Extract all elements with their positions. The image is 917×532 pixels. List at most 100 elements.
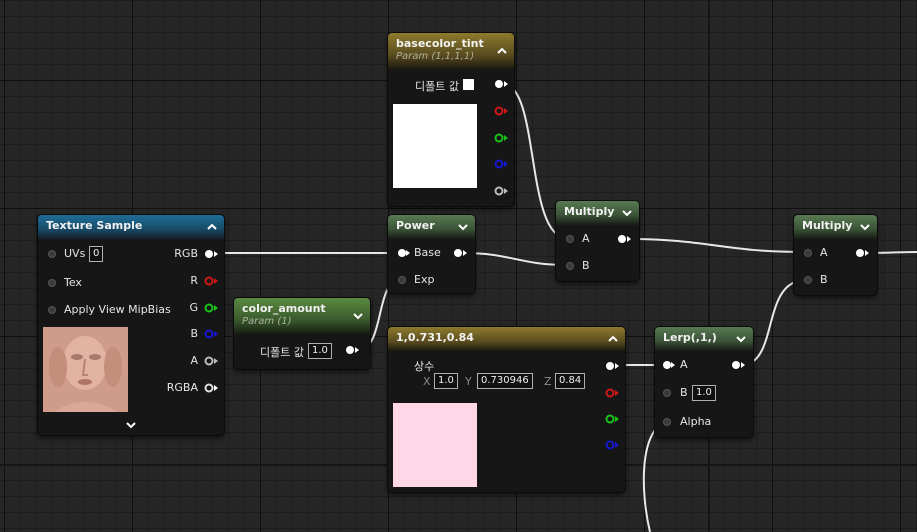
constant-preview-swatch	[393, 403, 477, 487]
tex-input-pin[interactable]	[48, 279, 56, 287]
b-arrow-icon	[504, 161, 508, 167]
rgb-output-pin[interactable]	[205, 250, 213, 258]
z-value-field[interactable]: 0.84	[555, 373, 586, 389]
wire-multiply1-to-multiply2-a	[626, 238, 807, 253]
tint-preview-swatch	[393, 104, 477, 188]
node-title: 1,0.731,0.84	[396, 331, 474, 344]
a-input-pin[interactable]	[566, 235, 574, 243]
b-label: B	[582, 259, 590, 272]
b-input-pin[interactable]	[663, 389, 671, 397]
basecolor-tint-node[interactable]: basecolor_tint Param (1,1,1,1) 디폴트 값	[388, 33, 514, 206]
wire-to-lerp-alpha	[642, 421, 667, 532]
power-header[interactable]: Power	[388, 215, 475, 239]
multiply-header[interactable]: Multiply	[794, 215, 877, 239]
b-output-pin[interactable]	[204, 329, 214, 339]
multiply-node-1[interactable]: Multiply A B	[556, 201, 639, 281]
alpha-input-pin[interactable]	[663, 418, 671, 426]
lerp-header[interactable]: Lerp(,1,)	[655, 327, 753, 351]
uvs-input-pin[interactable]	[48, 250, 56, 258]
b-arrow-icon	[214, 331, 218, 337]
x-axis-label: X	[423, 375, 431, 388]
constant3-header[interactable]: 1,0.731,0.84	[388, 327, 625, 351]
b-output-pin[interactable]	[605, 440, 615, 450]
a-output-pin[interactable]	[494, 186, 504, 196]
chevron-up-icon[interactable]	[607, 333, 619, 345]
r-arrow-icon	[214, 278, 218, 284]
constant-label: 상수	[414, 360, 435, 373]
chevron-up-icon[interactable]	[496, 45, 508, 57]
g-arrow-icon	[615, 416, 619, 422]
chevron-down-icon[interactable]	[621, 207, 633, 219]
b-input-pin[interactable]	[804, 276, 812, 284]
multiply-output-pin[interactable]	[856, 249, 864, 257]
exp-input-pin[interactable]	[398, 276, 406, 284]
r-output-pin[interactable]	[605, 388, 615, 398]
output-arrow-icon	[865, 250, 869, 256]
r-arrow-icon	[504, 108, 508, 114]
chevron-down-icon[interactable]	[125, 419, 137, 431]
default-value-label: 디폴트 값	[415, 80, 459, 93]
a-label: A	[820, 246, 828, 259]
texture-sample-header[interactable]: Texture Sample	[38, 215, 224, 239]
g-output-pin[interactable]	[605, 414, 615, 424]
g-arrow-icon	[214, 305, 218, 311]
rgb-output-pin[interactable]	[606, 362, 614, 370]
chevron-down-icon[interactable]	[735, 333, 747, 345]
b-output-label: B	[190, 327, 198, 340]
basecolor-tint-header[interactable]: basecolor_tint Param (1,1,1,1)	[388, 33, 514, 69]
chevron-down-icon[interactable]	[457, 221, 469, 233]
a-input-pin[interactable]	[804, 249, 812, 257]
y-value-field[interactable]: 0.730946	[477, 373, 533, 389]
b-output-pin[interactable]	[494, 159, 504, 169]
b-label: B	[820, 273, 828, 286]
r-output-pin[interactable]	[204, 276, 214, 286]
default-color-swatch[interactable]	[463, 79, 474, 90]
b-value-field[interactable]: 1.0	[692, 385, 716, 401]
rgb-arrow-icon	[214, 251, 218, 257]
rgba-arrow-icon	[214, 385, 218, 391]
g-output-label: G	[189, 301, 198, 314]
g-output-pin[interactable]	[204, 303, 214, 313]
output-arrow-icon	[355, 347, 359, 353]
g-arrow-icon	[504, 135, 508, 141]
a-input-pin[interactable]	[663, 361, 671, 369]
mipbias-input-pin[interactable]	[48, 306, 56, 314]
multiply-node-2[interactable]: Multiply A B	[794, 215, 877, 295]
rgba-output-pin[interactable]	[495, 80, 503, 88]
g-output-pin[interactable]	[494, 133, 504, 143]
z-axis-label: Z	[544, 375, 552, 388]
lerp-output-pin[interactable]	[732, 361, 740, 369]
a-arrow-icon	[214, 358, 218, 364]
rgba-output-pin[interactable]	[204, 383, 214, 393]
color-amount-header[interactable]: color_amount Param (1)	[234, 298, 370, 334]
color-amount-node[interactable]: color_amount Param (1) 디폴트 값 1.0	[234, 298, 370, 369]
a-label: A	[680, 358, 688, 371]
a-output-pin[interactable]	[204, 356, 214, 366]
constant3-node[interactable]: 1,0.731,0.84 상수 X 1.0 Y 0.730946 Z 0.84	[388, 327, 625, 492]
chevron-down-icon[interactable]	[352, 310, 364, 322]
texture-sample-node[interactable]: Texture Sample UVs 0 Tex Apply View MipB…	[38, 215, 224, 435]
a-label: A	[582, 232, 590, 245]
default-value-field[interactable]: 1.0	[308, 343, 332, 359]
multiply-header[interactable]: Multiply	[556, 201, 639, 225]
base-input-pin[interactable]	[398, 249, 406, 257]
uvs-value-field[interactable]: 0	[89, 246, 104, 262]
y-axis-label: Y	[465, 375, 472, 388]
exp-label: Exp	[414, 273, 435, 286]
x-value-field[interactable]: 1.0	[434, 373, 458, 389]
b-input-pin[interactable]	[566, 262, 574, 270]
b-label: B	[680, 386, 688, 399]
power-output-pin[interactable]	[454, 249, 462, 257]
power-node[interactable]: Power Base Exp	[388, 215, 475, 293]
lerp-node[interactable]: Lerp(,1,) A B 1.0 Alpha	[655, 327, 753, 437]
base-arrow-icon	[406, 250, 410, 256]
r-output-label: R	[190, 274, 198, 287]
value-output-pin[interactable]	[346, 346, 354, 354]
a-arrow-icon	[671, 362, 675, 368]
multiply-output-pin[interactable]	[618, 235, 626, 243]
a-arrow-icon	[504, 188, 508, 194]
r-output-pin[interactable]	[494, 106, 504, 116]
rgba-output-label: RGBA	[166, 381, 198, 394]
chevron-down-icon[interactable]	[859, 221, 871, 233]
chevron-up-icon[interactable]	[206, 221, 218, 233]
